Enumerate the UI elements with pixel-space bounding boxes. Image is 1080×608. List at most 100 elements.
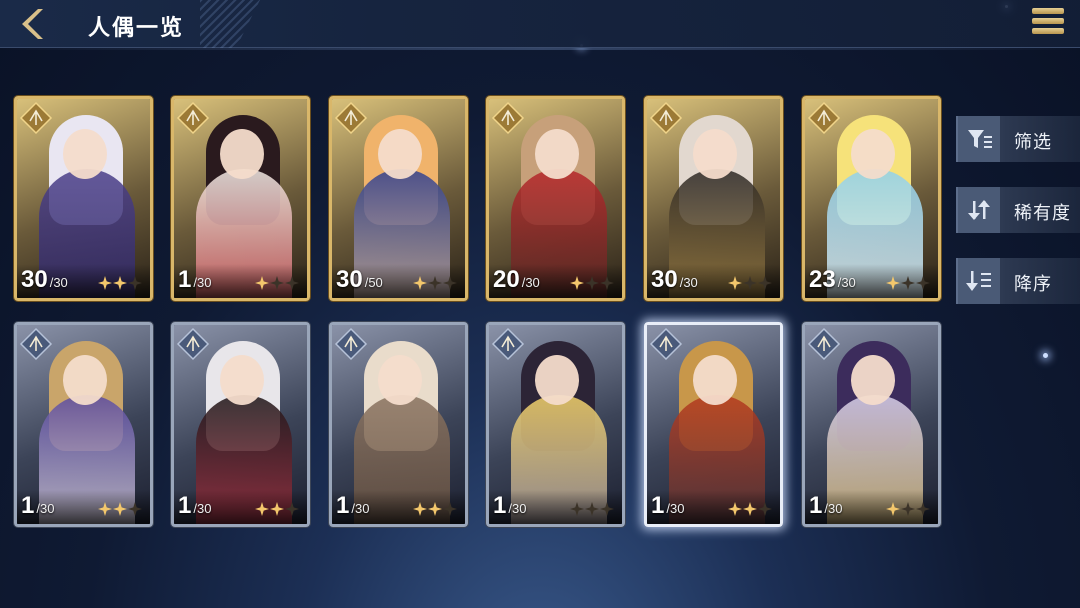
menu-icon xyxy=(1032,8,1064,14)
doll-card[interactable]: 1/30 xyxy=(329,322,468,527)
doll-level: 1/30 xyxy=(21,492,54,520)
level-value: 1 xyxy=(809,492,823,519)
doll-card[interactable]: 30/50 xyxy=(329,96,468,301)
doll-level: 30/30 xyxy=(651,266,698,294)
level-max: /30 xyxy=(193,501,212,516)
star-icon xyxy=(728,276,742,290)
crest-icon xyxy=(649,327,683,361)
star-rating xyxy=(886,502,930,516)
star-icon xyxy=(886,276,900,290)
level-value: 30 xyxy=(336,266,363,293)
top-bar: 人偶一览 xyxy=(0,0,1080,50)
star-icon xyxy=(255,502,269,516)
filter-label: 筛选 xyxy=(1014,132,1052,152)
star-icon xyxy=(285,276,299,290)
doll-face xyxy=(63,355,107,405)
star-icon xyxy=(413,276,427,290)
star-icon xyxy=(743,502,757,516)
crest-icon xyxy=(807,327,841,361)
crest-icon xyxy=(649,101,683,135)
star-rating xyxy=(570,502,614,516)
rarity-sort-button[interactable]: 稀有度 xyxy=(956,187,1080,233)
level-value: 30 xyxy=(651,266,678,293)
level-max: /30 xyxy=(666,501,685,516)
descending-order-button[interactable]: 降序 xyxy=(956,258,1080,304)
order-label: 降序 xyxy=(1014,274,1052,294)
menu-button[interactable] xyxy=(1030,8,1066,40)
crest-icon xyxy=(807,101,841,135)
star-icon xyxy=(585,502,599,516)
level-value: 23 xyxy=(809,266,836,293)
star-icon xyxy=(600,502,614,516)
doll-level: 20/30 xyxy=(493,266,540,294)
doll-card[interactable]: 1/30 xyxy=(171,96,310,301)
star-icon xyxy=(758,276,772,290)
star-icon xyxy=(728,502,742,516)
star-icon xyxy=(443,502,457,516)
back-button[interactable] xyxy=(10,6,50,42)
crest-icon xyxy=(491,327,525,361)
star-rating xyxy=(413,502,457,516)
star-icon xyxy=(758,502,772,516)
crest-icon xyxy=(176,327,210,361)
level-value: 1 xyxy=(21,492,35,519)
crest-icon xyxy=(19,327,53,361)
star-icon xyxy=(428,276,442,290)
star-icon xyxy=(113,502,127,516)
chevron-left-icon xyxy=(22,9,43,39)
star-icon xyxy=(600,276,614,290)
doll-card[interactable]: 30/30 xyxy=(14,96,153,301)
doll-level: 1/30 xyxy=(493,492,526,520)
doll-level: 30/50 xyxy=(336,266,383,294)
doll-card[interactable]: 1/30 xyxy=(14,322,153,527)
doll-level: 1/30 xyxy=(178,266,211,294)
doll-card[interactable]: 1/30 xyxy=(802,322,941,527)
level-max: /30 xyxy=(351,501,370,516)
crest-icon xyxy=(19,101,53,135)
doll-card[interactable]: 1/30 xyxy=(644,322,783,527)
level-value: 1 xyxy=(178,266,192,293)
star-rating xyxy=(255,502,299,516)
star-icon xyxy=(128,502,142,516)
star-icon xyxy=(570,276,584,290)
doll-face xyxy=(378,355,422,405)
star-icon xyxy=(270,276,284,290)
level-max: /30 xyxy=(521,275,540,290)
doll-face xyxy=(220,355,264,405)
doll-face xyxy=(535,129,579,179)
doll-card-grid: 30/30 1/30 30/50 20/30 30/30 23/30 1/30 1/30 1/3… xyxy=(14,96,944,527)
filter-icon xyxy=(958,116,1000,162)
crest-icon xyxy=(176,101,210,135)
star-rating xyxy=(728,276,772,290)
doll-face xyxy=(378,129,422,179)
doll-card[interactable]: 1/30 xyxy=(171,322,310,527)
star-icon xyxy=(886,502,900,516)
filter-button[interactable]: 筛选 xyxy=(956,116,1080,162)
star-icon xyxy=(585,276,599,290)
crest-icon xyxy=(334,101,368,135)
doll-card[interactable]: 20/30 xyxy=(486,96,625,301)
rarity-label: 稀有度 xyxy=(1014,203,1071,223)
star-icon xyxy=(570,502,584,516)
doll-card[interactable]: 1/30 xyxy=(486,322,625,527)
level-value: 20 xyxy=(493,266,520,293)
level-value: 1 xyxy=(178,492,192,519)
crest-icon xyxy=(334,327,368,361)
doll-card[interactable]: 30/30 xyxy=(644,96,783,301)
star-icon xyxy=(113,276,127,290)
level-max: /30 xyxy=(679,275,698,290)
title-decoration xyxy=(200,0,260,48)
star-icon xyxy=(255,276,269,290)
doll-level: 1/30 xyxy=(651,492,684,520)
doll-level: 1/30 xyxy=(336,492,369,520)
doll-level: 23/30 xyxy=(809,266,856,294)
level-max: /30 xyxy=(193,275,212,290)
star-rating xyxy=(413,276,457,290)
doll-card[interactable]: 23/30 xyxy=(802,96,941,301)
doll-face xyxy=(851,129,895,179)
level-value: 30 xyxy=(21,266,48,293)
background-star xyxy=(1043,353,1048,358)
doll-face xyxy=(693,129,737,179)
star-icon xyxy=(443,276,457,290)
level-max: /30 xyxy=(824,501,843,516)
